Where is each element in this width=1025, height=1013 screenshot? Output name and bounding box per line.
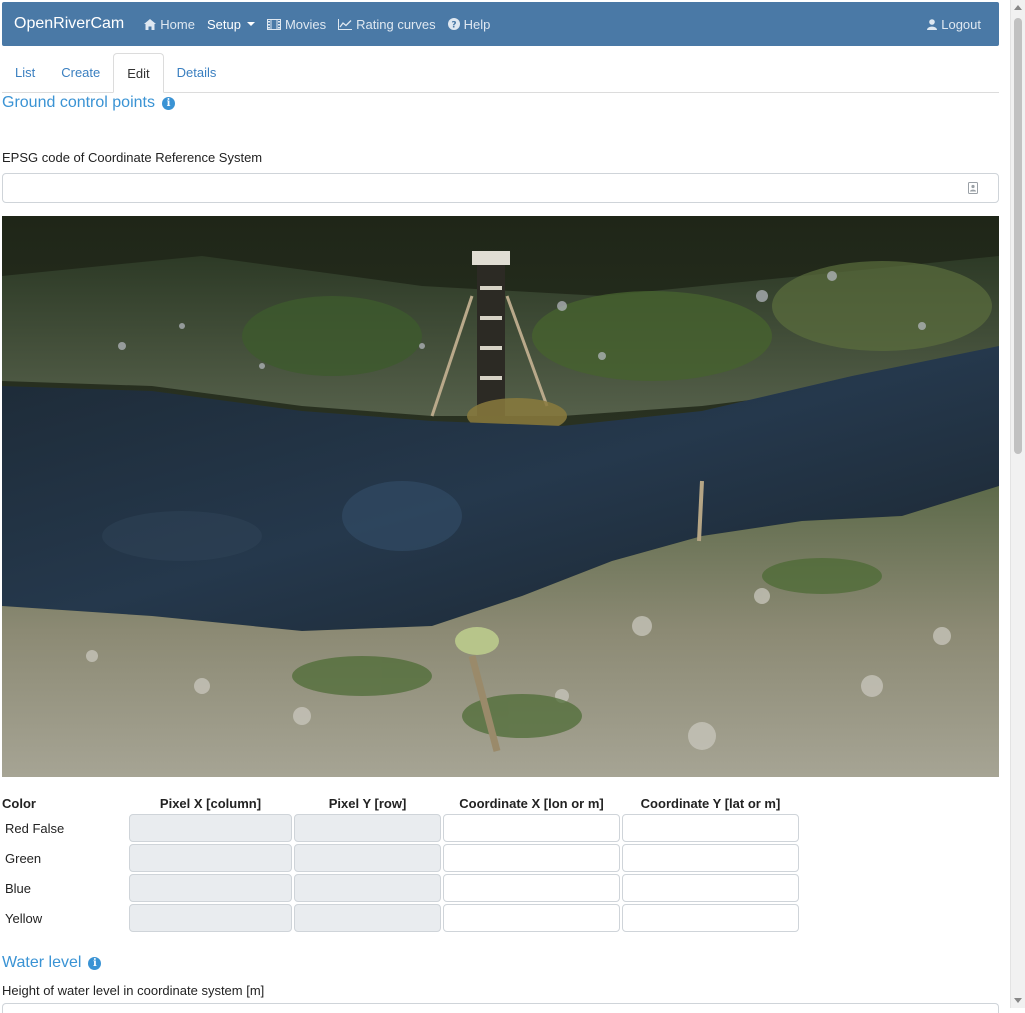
logout-link[interactable]: Logout	[927, 17, 981, 32]
water-level-title-text: Water level	[2, 954, 82, 971]
page: OpenRiverCam Home Setup Movies Rating cu…	[2, 2, 999, 1013]
scroll-down-arrow-icon[interactable]	[1014, 998, 1022, 1003]
nav-item-home[interactable]: Home	[144, 17, 195, 32]
gcp-color-label: Red False	[5, 820, 65, 836]
column-header-color: Color	[2, 795, 36, 811]
coordinate-y-field[interactable]	[622, 814, 799, 842]
gcp-color-label: Blue	[5, 880, 32, 896]
gcp-table: Color Pixel X [column] Pixel Y [row] Coo…	[0, 792, 801, 934]
gcp-color-label: Green	[5, 850, 42, 866]
epsg-input[interactable]	[2, 173, 999, 203]
river-camera-image[interactable]	[2, 216, 999, 777]
water-level-input[interactable]	[2, 1003, 999, 1013]
table-row: Blue	[2, 874, 799, 902]
nav-item-movies[interactable]: Movies	[266, 16, 327, 32]
brand-link[interactable]: OpenRiverCam	[14, 15, 124, 33]
coordinate-x-field[interactable]	[443, 904, 620, 932]
nav-item-setup[interactable]: Setup	[207, 17, 255, 32]
nav-item-label: Rating curves	[356, 16, 436, 32]
info-icon[interactable]: i	[161, 96, 175, 110]
gcp-title-text: Ground control points	[2, 94, 155, 111]
nav-item-label: Help	[463, 16, 491, 32]
user-icon	[927, 18, 938, 30]
nav-item-help[interactable]: ? Help	[447, 16, 491, 32]
column-header-coordinate-x: Coordinate X [lon or m]	[459, 795, 604, 811]
pixel-y-field	[294, 844, 441, 872]
pixel-y-field	[294, 904, 441, 932]
coordinate-y-field[interactable]	[622, 844, 799, 872]
pixel-x-field	[129, 844, 292, 872]
film-icon	[266, 18, 281, 30]
gcp-section-title: Ground control points i	[2, 94, 175, 112]
tab-bar: List Create Edit Details	[2, 53, 999, 93]
epsg-label: EPSG code of Coordinate Reference System	[2, 150, 263, 165]
tab-details[interactable]: Details	[164, 53, 230, 92]
tab-list[interactable]: List	[2, 53, 48, 92]
water-level-section-title: Water level i	[2, 954, 102, 972]
pixel-x-field	[129, 874, 292, 902]
scroll-up-arrow-icon[interactable]	[1014, 5, 1022, 10]
pixel-x-field	[129, 904, 292, 932]
chevron-down-icon	[246, 22, 255, 26]
coordinate-x-field[interactable]	[443, 814, 620, 842]
column-header-pixel-x: Pixel X [column]	[159, 795, 262, 811]
scrollbar-thumb[interactable]	[1014, 18, 1022, 454]
pixel-x-field	[129, 814, 292, 842]
logout-label: Logout	[941, 16, 981, 32]
nav-item-label: Home	[160, 16, 195, 32]
table-row: Yellow	[2, 904, 799, 932]
vertical-scrollbar[interactable]	[1010, 0, 1025, 1008]
water-level-label: Height of water level in coordinate syst…	[2, 983, 265, 998]
tab-create[interactable]: Create	[48, 53, 113, 92]
coordinate-x-field[interactable]	[443, 844, 620, 872]
coordinate-y-field[interactable]	[622, 904, 799, 932]
table-row: Green	[2, 844, 799, 872]
nav-item-label: Movies	[284, 16, 327, 32]
coordinate-x-field[interactable]	[443, 874, 620, 902]
table-row: Red False	[2, 814, 799, 842]
table-header-row: Color Pixel X [column] Pixel Y [row] Coo…	[2, 794, 799, 812]
svg-text:?: ?	[451, 20, 456, 30]
gcp-color-label: Yellow	[5, 910, 43, 926]
column-header-coordinate-y: Coordinate Y [lat or m]	[640, 795, 781, 811]
info-icon[interactable]: i	[88, 956, 102, 970]
coordinate-y-field[interactable]	[622, 874, 799, 902]
top-navbar: OpenRiverCam Home Setup Movies Rating cu…	[2, 2, 999, 46]
column-header-pixel-y: Pixel Y [row]	[328, 795, 407, 811]
pixel-y-field	[294, 874, 441, 902]
line-chart-icon	[338, 18, 353, 30]
nav-item-rating-curves[interactable]: Rating curves	[338, 16, 436, 32]
question-circle-icon: ?	[447, 18, 460, 30]
home-icon	[144, 18, 157, 30]
pixel-y-field	[294, 814, 441, 842]
tab-edit[interactable]: Edit	[113, 53, 164, 93]
nav-item-label: Setup	[206, 16, 241, 32]
contact-card-icon	[968, 182, 978, 194]
